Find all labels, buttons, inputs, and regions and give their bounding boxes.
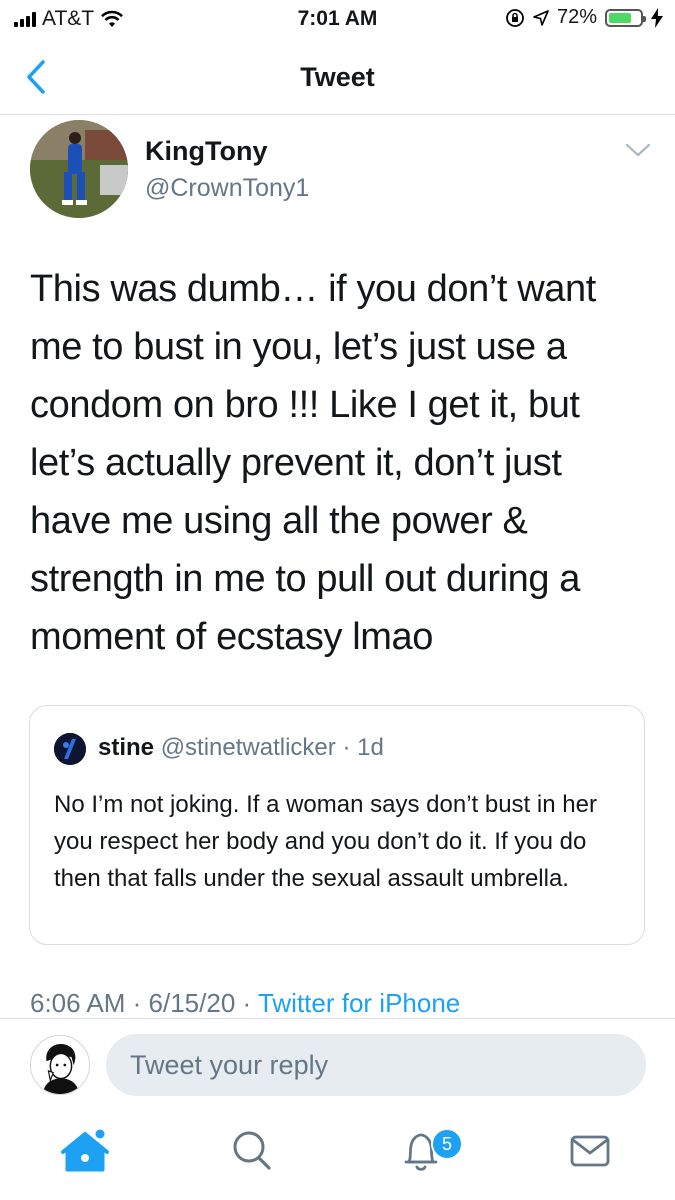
quoted-author-handle: @stinetwatlicker bbox=[160, 734, 336, 761]
author-avatar[interactable] bbox=[30, 120, 128, 218]
charging-bolt-icon bbox=[651, 7, 663, 28]
notification-badge: 5 bbox=[431, 1128, 463, 1160]
battery-level-fill bbox=[609, 12, 631, 23]
battery-icon bbox=[605, 8, 646, 27]
tweet-text: This was dumb… if you don’t want me to b… bbox=[30, 268, 596, 658]
search-icon[interactable] bbox=[221, 1120, 281, 1180]
home-icon[interactable] bbox=[55, 1120, 115, 1180]
meta-separator-2: · bbox=[242, 988, 258, 1018]
tweet-metadata: 6:06 AM · 6/15/20 · Twitter for iPhone bbox=[30, 988, 460, 1020]
messages-envelope-icon[interactable] bbox=[560, 1120, 620, 1180]
orientation-lock-icon bbox=[506, 8, 524, 27]
battery-percentage: 72% bbox=[556, 6, 597, 28]
status-right: 72% bbox=[505, 6, 663, 29]
chevron-down-icon[interactable] bbox=[624, 140, 652, 160]
user-avatar[interactable] bbox=[30, 1035, 90, 1095]
meta-separator-1: · bbox=[132, 988, 149, 1018]
location-arrow-icon bbox=[533, 9, 549, 26]
page-title: Tweet bbox=[300, 62, 375, 92]
quoted-tweet-age: 1d bbox=[357, 734, 384, 761]
author-name[interactable]: KingTony bbox=[145, 136, 267, 167]
status-bar: AT&T 7:01 AM 72% bbox=[0, 0, 675, 40]
tweet-date: 6/15/20 bbox=[148, 988, 236, 1018]
quoted-tweet-card[interactable]: stine @stinetwatlicker · 1d No I’m not j… bbox=[29, 705, 645, 945]
divider bbox=[0, 1018, 675, 1019]
quoted-author-name: stine bbox=[98, 734, 155, 761]
nav-bar: Tweet bbox=[0, 40, 675, 115]
reply-input[interactable] bbox=[106, 1034, 646, 1096]
tweet-source-link[interactable]: Twitter for iPhone bbox=[258, 988, 460, 1018]
quoted-tweet-text: No I’m not joking. If a woman says don’t… bbox=[54, 791, 597, 892]
tab-bar bbox=[0, 1110, 675, 1200]
quoted-separator: · bbox=[342, 734, 358, 761]
tweet-time: 6:06 AM bbox=[30, 988, 126, 1018]
quoted-tweet-header: stine @stinetwatlicker · 1d bbox=[98, 734, 384, 762]
author-handle[interactable]: @CrownTony1 bbox=[145, 174, 309, 203]
quoted-author-avatar bbox=[54, 733, 86, 765]
